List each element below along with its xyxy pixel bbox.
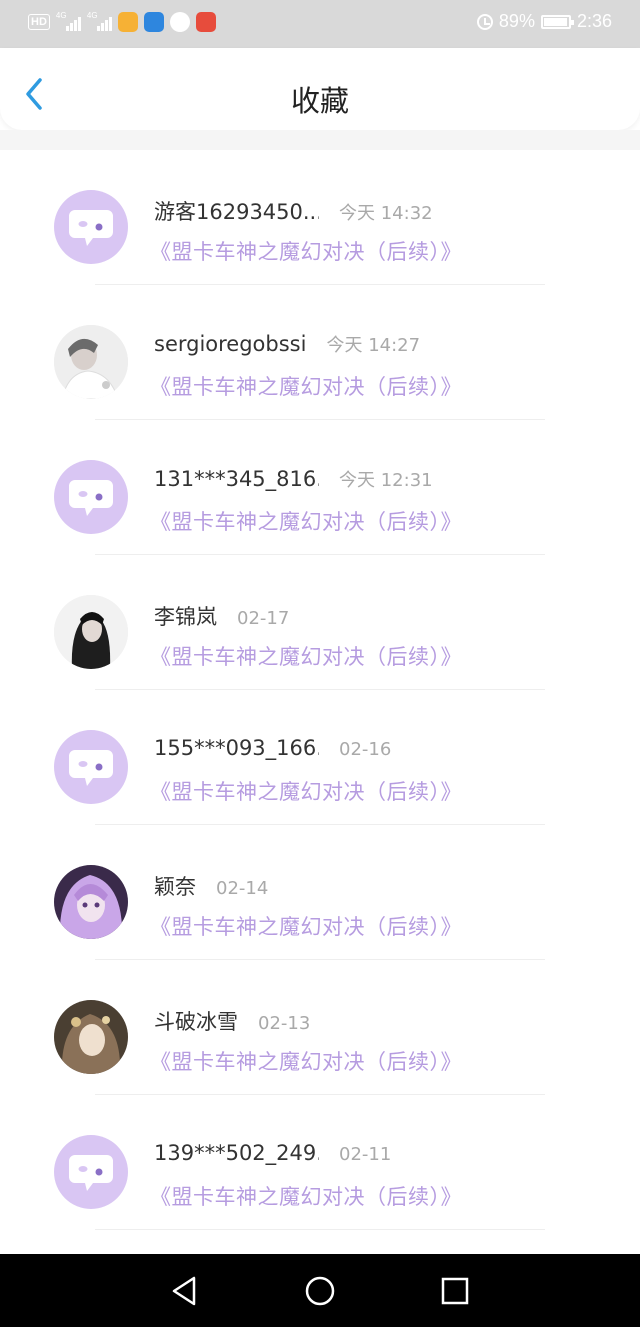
chat-app-icon xyxy=(169,12,190,32)
network-label: 4G xyxy=(55,11,67,20)
map-app-icon xyxy=(195,12,216,32)
favorite-title-link[interactable]: 《盟卡车神之魔幻对决（后续）》 xyxy=(150,236,462,266)
chat-bubble-icon xyxy=(69,210,113,246)
divider xyxy=(95,1229,545,1230)
avatar-photo-icon xyxy=(54,325,128,399)
user-name: 颖奈 xyxy=(154,875,196,899)
user-avatar xyxy=(54,325,128,399)
item-meta: 131***345_816... 今天 12:31 xyxy=(154,466,433,492)
status-right: 89% 2:36 xyxy=(476,11,612,32)
user-avatar xyxy=(54,865,128,939)
favorite-title-link[interactable]: 《盟卡车神之魔幻对决（后续）》 xyxy=(150,1046,462,1076)
user-name: 131***345_816... xyxy=(154,467,319,491)
default-avatar xyxy=(54,1135,128,1209)
user-avatar xyxy=(54,595,128,669)
user-name: 游客16293450... xyxy=(154,200,319,224)
favorite-title-link[interactable]: 《盟卡车神之魔幻对决（后续）》 xyxy=(150,371,462,401)
triangle-back-icon xyxy=(172,1276,196,1306)
clock: 2:36 xyxy=(576,11,612,31)
avatar-photo-icon xyxy=(54,595,128,669)
default-avatar xyxy=(54,730,128,804)
system-navigation-bar xyxy=(0,1254,640,1327)
favorite-title-link[interactable]: 《盟卡车神之魔幻对决（后续）》 xyxy=(150,641,462,671)
hd-badge: HD xyxy=(28,14,50,30)
timestamp: 今天 14:32 xyxy=(339,203,433,224)
battery-icon xyxy=(540,14,574,29)
user-name: 139***502_249... xyxy=(154,1141,319,1165)
battery-percent: 89% xyxy=(498,11,535,31)
sina-app-icon xyxy=(117,12,138,32)
chat-bubble-icon xyxy=(69,1155,113,1191)
page-title: 收藏 xyxy=(290,84,349,118)
list-item[interactable]: 李锦岚 02-17 《盟卡车神之魔幻对决（后续）》 xyxy=(0,555,640,690)
item-meta: 斗破冰雪 02-13 xyxy=(154,1006,310,1036)
nav-back-button[interactable] xyxy=(168,1274,202,1308)
alarm-icon xyxy=(476,13,493,30)
chat-bubble-icon xyxy=(69,750,113,786)
item-meta: 李锦岚 02-17 xyxy=(154,601,289,631)
favorite-title-link[interactable]: 《盟卡车神之魔幻对决（后续）》 xyxy=(150,506,462,536)
browser-app-icon xyxy=(143,12,164,32)
timestamp: 02-14 xyxy=(216,878,269,899)
status-left: HD 4G 4G xyxy=(28,11,216,32)
list-item[interactable]: 155***093_166... 02-16 《盟卡车神之魔幻对决（后续）》 xyxy=(0,690,640,825)
user-name: 155***093_166... xyxy=(154,736,319,760)
timestamp: 02-13 xyxy=(258,1013,311,1034)
favorite-title-link[interactable]: 《盟卡车神之魔幻对决（后续）》 xyxy=(150,776,462,806)
list-item[interactable]: 139***502_249... 02-11 《盟卡车神之魔幻对决（后续）》 xyxy=(0,1095,640,1230)
header-separator xyxy=(0,130,640,150)
user-name: 李锦岚 xyxy=(154,605,217,629)
default-avatar xyxy=(54,190,128,264)
list-item[interactable]: 131***345_816... 今天 12:31 《盟卡车神之魔幻对决（后续）… xyxy=(0,420,640,555)
timestamp: 02-11 xyxy=(339,1144,392,1165)
favorites-list: 游客16293450... 今天 14:32 《盟卡车神之魔幻对决（后续）》 s… xyxy=(0,150,640,1230)
timestamp: 02-16 xyxy=(339,739,392,760)
network-label: 4G xyxy=(86,11,98,20)
default-avatar xyxy=(54,460,128,534)
user-avatar xyxy=(54,1000,128,1074)
signal-icon: 4G xyxy=(55,11,81,31)
user-name: sergioregobssi xyxy=(154,332,307,356)
nav-recents-button[interactable] xyxy=(438,1274,472,1308)
avatar-photo-icon xyxy=(54,1000,128,1074)
timestamp: 今天 12:31 xyxy=(339,470,433,491)
list-item[interactable]: sergioregobssi 今天 14:27 《盟卡车神之魔幻对决（后续）》 xyxy=(0,285,640,420)
item-meta: 颖奈 02-14 xyxy=(154,871,268,901)
signal-icon: 4G xyxy=(86,11,112,31)
list-item[interactable]: 游客16293450... 今天 14:32 《盟卡车神之魔幻对决（后续）》 xyxy=(0,150,640,285)
nav-home-button[interactable] xyxy=(303,1274,337,1308)
chat-bubble-icon xyxy=(69,480,113,516)
item-meta: 游客16293450... 今天 14:32 xyxy=(154,196,433,226)
square-recents-icon xyxy=(441,1277,469,1305)
item-meta: 155***093_166... 02-16 xyxy=(154,736,391,760)
avatar-photo-icon xyxy=(54,865,128,939)
favorite-title-link[interactable]: 《盟卡车神之魔幻对决（后续）》 xyxy=(150,911,462,941)
list-item[interactable]: 颖奈 02-14 《盟卡车神之魔幻对决（后续）》 xyxy=(0,825,640,960)
list-item[interactable]: 斗破冰雪 02-13 《盟卡车神之魔幻对决（后续）》 xyxy=(0,960,640,1095)
item-meta: sergioregobssi 今天 14:27 xyxy=(154,331,420,357)
user-name: 斗破冰雪 xyxy=(154,1010,238,1034)
item-meta: 139***502_249... 02-11 xyxy=(154,1141,391,1165)
favorite-title-link[interactable]: 《盟卡车神之魔幻对决（后续）》 xyxy=(150,1181,462,1211)
status-bar: HD 4G 4G 89% 2:36 xyxy=(0,0,640,48)
timestamp: 今天 14:27 xyxy=(326,335,421,356)
circle-home-icon xyxy=(305,1276,335,1306)
timestamp: 02-17 xyxy=(237,608,290,629)
app-header: 收藏 xyxy=(0,48,640,130)
